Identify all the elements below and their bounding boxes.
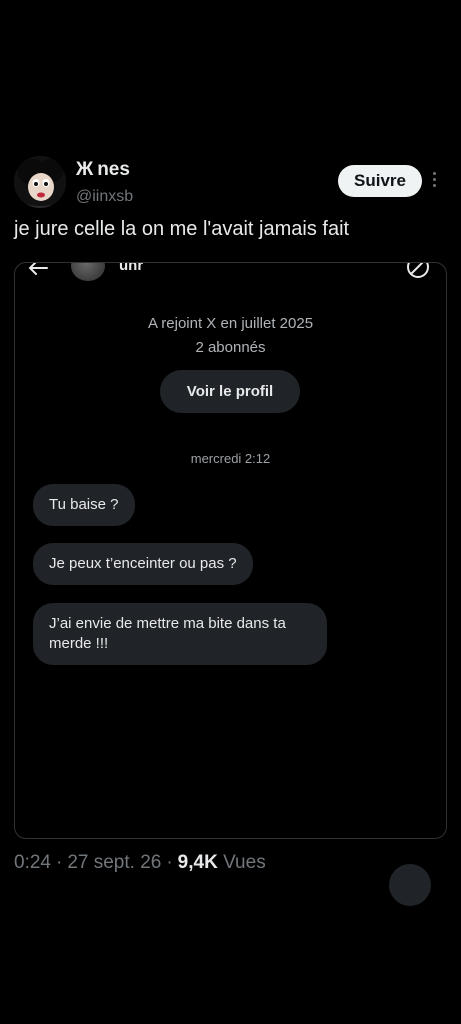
separator-dot: · [166,852,173,873]
joined-date: A rejoint X en juillet 2025 [147,315,314,332]
more-vertical-icon[interactable] [432,172,438,192]
view-profile-button: Voir le profil [160,370,300,413]
tweet-text: je jure celle la on me l'avait jamais fa… [14,218,350,240]
display-name-text: nes [97,159,130,180]
message-bubble: Je peux t’enceinter ou pas ? [33,543,253,585]
display-name[interactable]: Жnes [76,159,130,181]
tweet-time: 0:24 [14,852,51,873]
name-prefix-glyph: Ж [76,159,94,180]
message-bubble: J’ai envie de mettre ma bite dans ta mer… [33,603,327,665]
views-label: Vues [223,852,266,873]
avatar[interactable] [14,156,66,208]
tweet-header: Жnes @iinxsb Suivre [14,154,447,210]
tweet-meta: 0:24 · 27 sept. 26 · 9,4K Vues [14,852,266,874]
bottom-area [0,876,461,1024]
media-screenshot[interactable]: unr A rejoint X en juillet 2025 2 abonné… [14,262,447,839]
message-bubble: Tu baise ? [33,484,135,526]
avatar-image [14,156,66,208]
contact-name: unr [119,262,144,274]
follow-button[interactable]: Suivre [338,165,422,197]
separator-dot: · [55,852,63,873]
partial-action-button[interactable] [389,864,431,906]
user-handle[interactable]: @iinxsb [76,188,133,206]
views-count: 9,4K [177,852,218,873]
message-date: mercredi 2:12 [190,451,271,466]
info-icon [405,263,431,286]
contact-avatar [71,263,105,281]
followers-count: 2 abonnés [195,339,266,356]
tweet-date[interactable]: 27 sept. 26 [67,852,161,873]
back-arrow-icon [27,263,49,282]
